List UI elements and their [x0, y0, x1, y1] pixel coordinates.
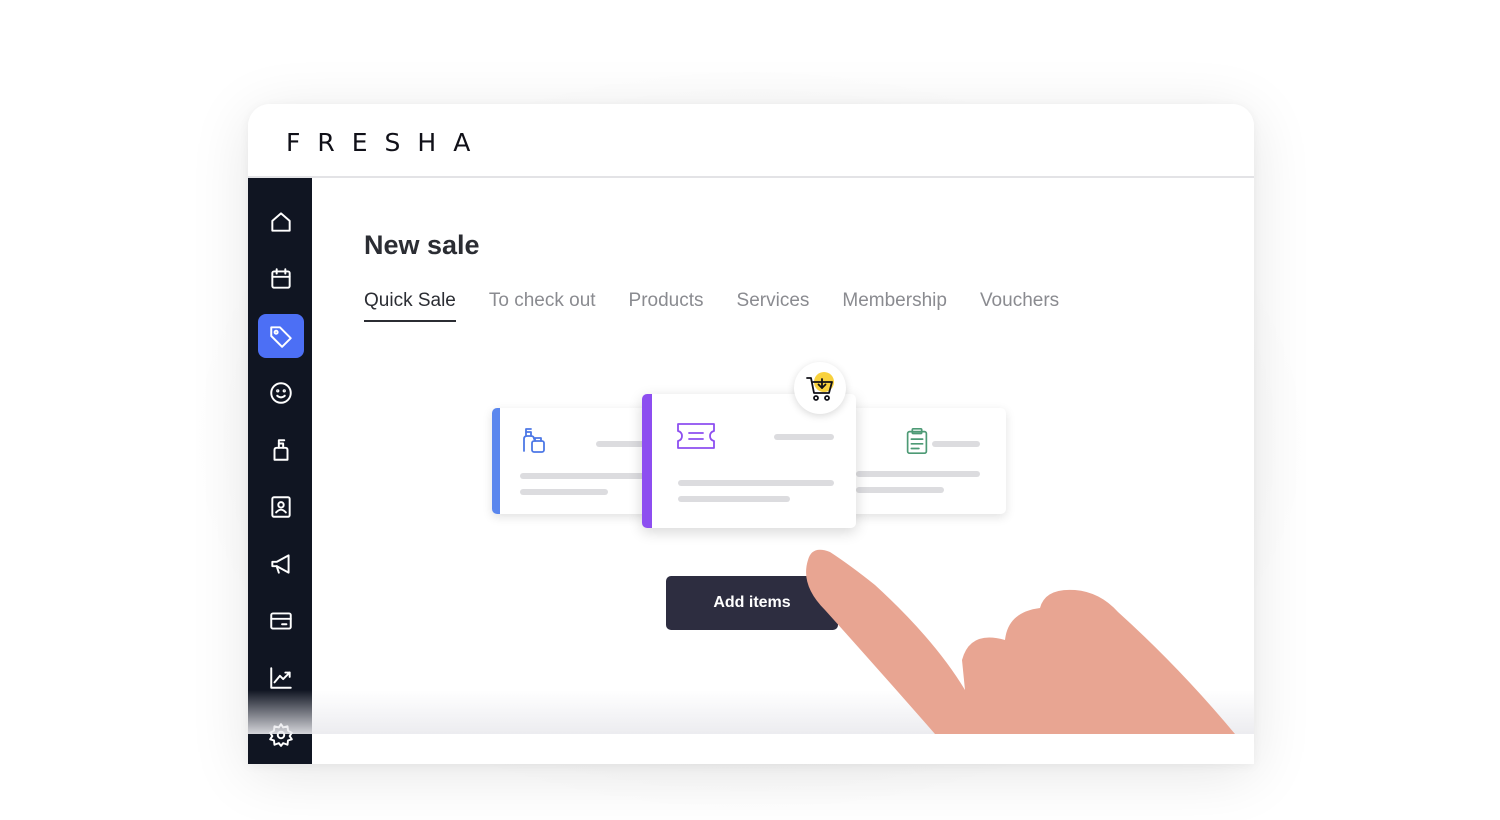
tab-vouchers[interactable]: Vouchers [980, 290, 1059, 322]
voucher-ticket-icon [677, 423, 715, 449]
clipboard-icon [906, 427, 928, 455]
card-accent [642, 394, 652, 528]
contact-card-icon [271, 496, 291, 518]
gear-icon [269, 723, 293, 747]
tab-services[interactable]: Services [737, 290, 810, 322]
service-card[interactable] [848, 408, 1006, 514]
smiley-icon [270, 382, 292, 404]
calendar-icon [271, 268, 291, 289]
placeholder-line [932, 441, 980, 447]
credit-card-icon [270, 612, 292, 630]
tab-products[interactable]: Products [629, 290, 704, 322]
voucher-card[interactable] [642, 394, 856, 528]
sidebar-item-payments[interactable] [258, 599, 304, 643]
placeholder-line [520, 473, 652, 479]
tag-icon [270, 326, 292, 348]
product-bottle-icon [523, 428, 545, 453]
product-card[interactable] [492, 408, 652, 514]
placeholder-line [678, 496, 790, 502]
sidebar-item-products[interactable] [258, 428, 304, 472]
placeholder-line [856, 471, 980, 477]
add-items-button[interactable]: Add items [666, 576, 838, 630]
card-accent [492, 408, 500, 514]
home-icon [271, 212, 291, 232]
sidebar [248, 178, 312, 764]
placeholder-line [520, 489, 608, 495]
tab-membership[interactable]: Membership [842, 290, 947, 322]
page-title: New sale [364, 230, 480, 260]
sidebar-item-team[interactable] [258, 485, 304, 529]
sale-tabs: Quick Sale To check out Products Service… [364, 290, 1092, 322]
placeholder-line [678, 480, 834, 486]
bottle-icon [273, 439, 289, 461]
sidebar-item-reports[interactable] [258, 656, 304, 700]
placeholder-line [856, 487, 944, 493]
sidebar-item-sales[interactable] [258, 314, 304, 358]
tab-quick-sale[interactable]: Quick Sale [364, 290, 456, 322]
sidebar-item-clients[interactable] [258, 371, 304, 415]
cart-add-icon [806, 377, 833, 401]
sidebar-item-calendar[interactable] [258, 257, 304, 301]
main-content: New sale Quick Sale To check out Product… [312, 178, 1254, 764]
sidebar-item-home[interactable] [258, 200, 304, 244]
chart-icon [270, 667, 292, 689]
megaphone-icon [271, 554, 290, 574]
fresha-logo: FRESHA [286, 128, 488, 157]
sidebar-item-marketing[interactable] [258, 542, 304, 586]
placeholder-line [774, 434, 834, 440]
top-bar: FRESHA [248, 104, 1254, 178]
tab-to-check-out[interactable]: To check out [489, 290, 596, 322]
cart-badge [794, 362, 846, 414]
app-window: FRESHA New sale Quick Sale To check out … [248, 104, 1254, 764]
sidebar-item-settings[interactable] [258, 713, 304, 757]
